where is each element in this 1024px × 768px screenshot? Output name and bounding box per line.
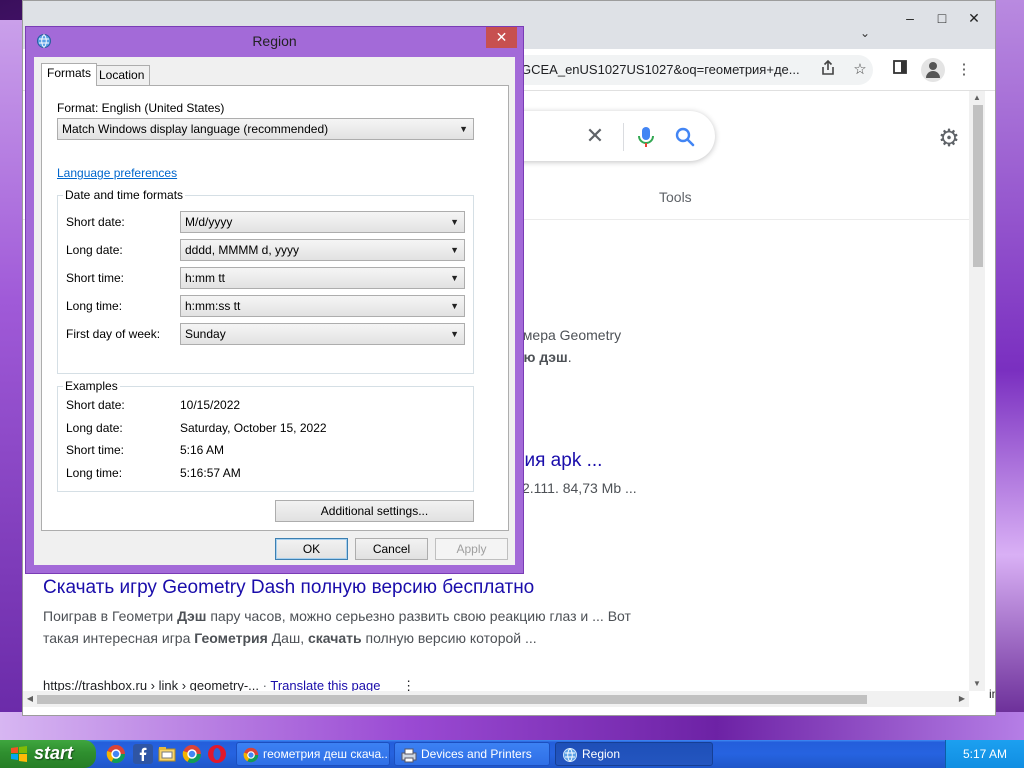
- facebook-quicklaunch-icon[interactable]: [133, 744, 153, 764]
- tab-location[interactable]: Location: [93, 65, 151, 86]
- example-long-date-label: Long date:: [66, 421, 123, 435]
- first-day-value: Sunday: [185, 327, 226, 341]
- settings-gear-icon[interactable]: ⚙: [935, 125, 963, 153]
- result-link-fragment[interactable]: сия apk ...: [515, 450, 602, 472]
- chevron-down-icon: ▼: [450, 245, 459, 255]
- dialog-title: Region: [252, 33, 297, 49]
- long-time-label: Long time:: [66, 299, 123, 313]
- format-label: Format: English (United States): [57, 101, 225, 115]
- long-time-select[interactable]: h:mm:ss tt ▼: [180, 295, 465, 317]
- microphone-icon[interactable]: [635, 125, 657, 149]
- desktop-wallpaper-bottom: [0, 712, 1024, 740]
- short-date-select[interactable]: M/d/yyyy ▼: [180, 211, 465, 233]
- search-icon[interactable]: [673, 125, 697, 149]
- chrome-quicklaunch-icon-2[interactable]: [182, 744, 202, 764]
- clear-search-icon[interactable]: ✕: [583, 124, 607, 148]
- long-date-value: dddd, MMMM d, yyyy: [185, 243, 300, 257]
- example-short-date-label: Short date:: [66, 398, 125, 412]
- result-snippet-line-1: Поиграв в Геометри Дэш пару часов, можно…: [43, 608, 631, 624]
- scroll-up-arrow-icon[interactable]: ▲: [969, 91, 985, 105]
- short-time-value: h:mm tt: [185, 271, 226, 285]
- example-short-date-value: 10/15/2022: [180, 398, 241, 412]
- scroll-down-arrow-icon[interactable]: ▼: [969, 677, 985, 691]
- result-snippet-fragment: омера Geometry: [515, 327, 622, 343]
- kebab-menu-icon[interactable]: ⋮: [953, 59, 975, 81]
- search-divider: [623, 123, 624, 151]
- chevron-down-icon: ▼: [450, 301, 459, 311]
- chrome-icon: [243, 747, 259, 763]
- share-icon[interactable]: [817, 59, 839, 81]
- result-title-link[interactable]: Скачать игру Geometry Dash полную версию…: [43, 577, 534, 599]
- short-date-value: M/d/yyyy: [185, 215, 233, 229]
- opera-quicklaunch-icon[interactable]: [207, 744, 227, 764]
- minimize-button[interactable]: –: [895, 7, 925, 29]
- tab-formats[interactable]: Formats: [41, 63, 98, 86]
- taskbar-item-label: Region: [582, 747, 621, 761]
- first-day-select[interactable]: Sunday ▼: [180, 323, 465, 345]
- long-date-label: Long date:: [66, 243, 123, 257]
- maximize-button[interactable]: □: [927, 7, 957, 29]
- ok-button[interactable]: OK: [275, 538, 348, 560]
- short-time-label: Short time:: [66, 271, 125, 285]
- chevron-down-icon: ▼: [450, 329, 459, 339]
- long-time-value: h:mm:ss tt: [185, 299, 241, 313]
- apply-button[interactable]: Apply: [435, 538, 508, 560]
- format-select-value: Match Windows display language (recommen…: [62, 122, 329, 136]
- vertical-scroll-thumb[interactable]: [973, 105, 983, 267]
- dialog-client-area: Formats Location Format: English (United…: [34, 57, 515, 565]
- datetime-formats-title: Date and time formats: [63, 188, 186, 202]
- chevron-down-icon: ▼: [459, 124, 468, 134]
- format-select[interactable]: Match Windows display language (recommen…: [57, 118, 474, 140]
- system-tray-clock[interactable]: 5:17 AM: [945, 740, 1024, 768]
- taskbar-item-devices[interactable]: Devices and Printers: [394, 742, 550, 766]
- cancel-button[interactable]: Cancel: [355, 538, 428, 560]
- side-panel-icon[interactable]: [889, 59, 911, 81]
- dialog-close-button[interactable]: ✕: [486, 27, 517, 48]
- close-button[interactable]: ✕: [959, 7, 989, 29]
- explorer-quicklaunch-icon[interactable]: [157, 744, 177, 764]
- taskbar-item-region[interactable]: Region: [555, 742, 713, 766]
- scroll-left-arrow-icon[interactable]: ◀: [23, 691, 37, 707]
- region-globe-icon: [562, 747, 578, 763]
- desktop-wallpaper-left: [0, 20, 22, 720]
- desktop-wallpaper-right: [996, 0, 1024, 740]
- bookmark-star-icon[interactable]: ☆: [849, 59, 871, 81]
- chevron-down-icon: ▼: [450, 217, 459, 227]
- tab-search-chevron-icon[interactable]: ⌄: [855, 23, 875, 43]
- edge-text-fragment: in: [989, 687, 995, 701]
- chevron-down-icon: ▼: [450, 273, 459, 283]
- language-preferences-link[interactable]: Language preferences: [57, 166, 177, 180]
- taskbar-item-browser[interactable]: геометрия деш скача...: [236, 742, 390, 766]
- example-long-date-value: Saturday, October 15, 2022: [180, 421, 327, 435]
- profile-avatar[interactable]: [921, 58, 945, 82]
- region-dialog: Region ✕ Formats Location Format: Englis…: [25, 26, 524, 574]
- address-bar-text: GCEA_enUS1027US1027&oq=геометрия+де...: [521, 62, 800, 77]
- windows-logo-icon: [10, 745, 28, 763]
- example-short-time-value: 5:16 AM: [180, 443, 225, 457]
- first-day-label: First day of week:: [66, 327, 161, 341]
- formats-tab-panel: Format: English (United States) Match Wi…: [41, 85, 509, 531]
- scroll-right-arrow-icon[interactable]: ▶: [955, 691, 969, 707]
- short-time-select[interactable]: h:mm tt ▼: [180, 267, 465, 289]
- example-long-time-label: Long time:: [66, 466, 123, 480]
- taskbar-item-label: Devices and Printers: [421, 747, 532, 761]
- chrome-quicklaunch-icon[interactable]: [106, 744, 126, 764]
- devices-printers-icon: [401, 747, 417, 763]
- example-long-time-value: 5:16:57 AM: [180, 466, 241, 480]
- example-short-time-label: Short time:: [66, 443, 125, 457]
- tools-tab[interactable]: Tools: [659, 189, 692, 205]
- result-size-fragment: v2.111. 84,73 Mb ...: [515, 480, 637, 496]
- examples-title: Examples: [63, 379, 120, 393]
- long-date-select[interactable]: dddd, MMMM d, yyyy ▼: [180, 239, 465, 261]
- horizontal-scroll-thumb[interactable]: [37, 695, 867, 704]
- additional-settings-button[interactable]: Additional settings...: [275, 500, 474, 522]
- result-snippet-line-2: такая интересная игра Геометрия Даш, ска…: [43, 630, 537, 646]
- taskbar-item-label: геометрия деш скача...: [263, 747, 390, 761]
- short-date-label: Short date:: [66, 215, 125, 229]
